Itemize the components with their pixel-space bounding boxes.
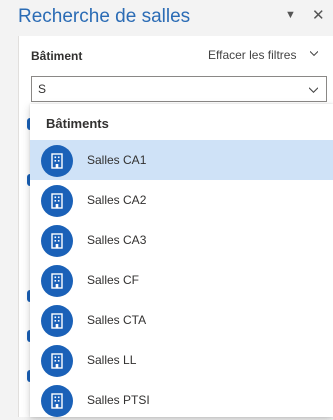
close-icon[interactable]: ✕: [312, 6, 325, 24]
building-search-field[interactable]: [31, 76, 327, 102]
list-item[interactable]: Salles CF: [30, 260, 333, 300]
building-icon: [41, 385, 73, 417]
list-item-label: Salles LL: [87, 353, 137, 367]
pane-title: Recherche de salles: [18, 6, 191, 27]
list-item[interactable]: Salles CA1: [30, 140, 333, 180]
chevron-down-icon[interactable]: [309, 85, 318, 94]
list-item-label: Salles CA2: [87, 193, 147, 207]
pane-menu-chevron-icon[interactable]: ▼: [285, 9, 296, 21]
building-icon: [41, 345, 73, 377]
list-item-label: Salles CA3: [87, 233, 147, 247]
building-icon: [41, 265, 73, 297]
list-item-label: Salles PTSI: [87, 393, 150, 407]
list-item[interactable]: Salles LL: [30, 340, 333, 380]
list-item[interactable]: Salles CTA: [30, 300, 333, 340]
building-icon: [41, 185, 73, 217]
group-header: Bâtiments: [46, 116, 109, 131]
list-item[interactable]: Salles PTSI: [30, 380, 333, 420]
list-item[interactable]: Salles CA3: [30, 220, 333, 260]
building-filter-label: Bâtiment: [31, 49, 83, 63]
list-item-label: Salles CTA: [87, 313, 147, 327]
list-item-label: Salles CF: [87, 273, 140, 287]
chevron-down-icon[interactable]: [310, 49, 318, 57]
building-icon: [41, 145, 73, 177]
building-icon: [41, 305, 73, 337]
building-icon: [41, 225, 73, 257]
room-finder-pane: Recherche de salles ▼ ✕ Bâtiment Effacer…: [0, 0, 333, 417]
list-item-label: Salles CA1: [87, 153, 147, 167]
list-item[interactable]: Salles CA2: [30, 180, 333, 220]
clear-filters-link[interactable]: Effacer les filtres: [208, 48, 296, 62]
building-suggestions-dropdown: Bâtiments Salles CA1 Salles CA2 Salles CA3…: [30, 104, 333, 417]
building-search-input[interactable]: [32, 77, 298, 101]
